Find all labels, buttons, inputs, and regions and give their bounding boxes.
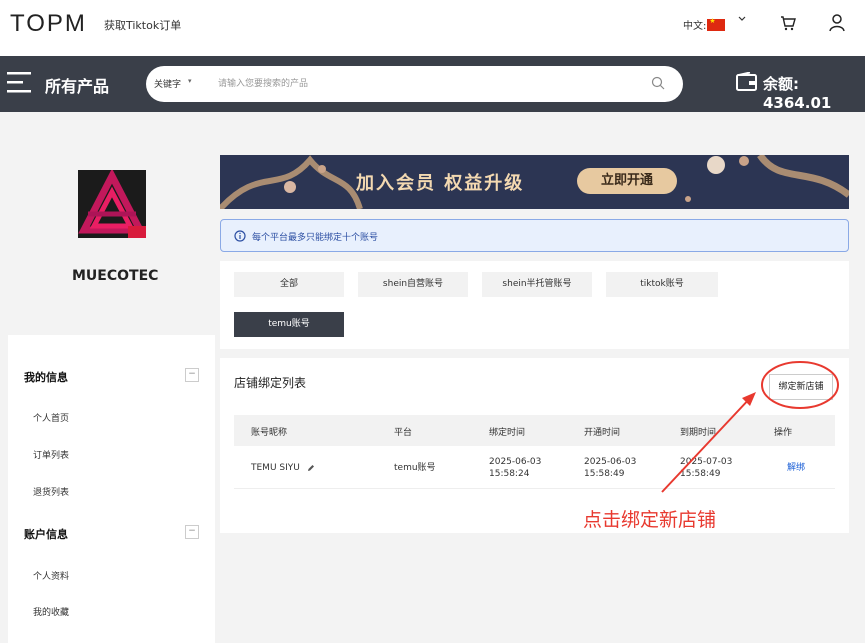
notice-text: 每个平台最多只能绑定十个账号 [252, 233, 379, 243]
cell-open-date: 2025-06-03 [584, 457, 637, 467]
sidebar-item-orders[interactable]: 订单列表 [33, 448, 69, 461]
chevron-down-icon[interactable] [737, 14, 747, 24]
membership-banner[interactable]: 加入会员 权益升级 立即开通 [220, 155, 849, 209]
info-notice: 每个平台最多只能绑定十个账号 [220, 219, 849, 252]
search-bar: 关键字 ▾ [146, 66, 683, 102]
collapse-icon[interactable]: − [185, 368, 199, 382]
language-selector[interactable]: 中文: [683, 17, 726, 32]
filter-temu[interactable]: temu账号 [234, 312, 344, 337]
balance-amount: 余额: 4364.01 [763, 75, 832, 112]
column-header-open-time: 开通时间 [584, 428, 621, 438]
search-icon[interactable] [651, 76, 665, 90]
info-icon [234, 230, 246, 242]
table-row: TEMU SIYU temu账号 2025-06-03 15:58:24 202… [234, 448, 835, 489]
column-header-expire-time: 到期时间 [680, 428, 717, 438]
banner-decoration [220, 155, 849, 209]
china-flag-icon [707, 17, 726, 31]
filter-all[interactable]: 全部 [234, 272, 344, 297]
wallet-icon [736, 72, 757, 91]
table-header: 账号昵称 平台 绑定时间 开通时间 到期时间 操作 [234, 415, 835, 446]
search-input[interactable] [218, 75, 638, 93]
nav-bar: 所有产品 关键字 ▾ 余额: 4364.01 [0, 56, 865, 112]
sidebar-item-favorites[interactable]: 我的收藏 [33, 605, 69, 618]
store-binding-list: 店铺绑定列表 绑定新店铺 账号昵称 平台 绑定时间 开通时间 到期时间 操作 T… [220, 358, 849, 533]
unbind-link[interactable]: 解绑 [787, 462, 805, 474]
collapse-icon[interactable]: − [185, 525, 199, 539]
language-label: 中文: [683, 21, 707, 32]
cart-icon[interactable] [780, 15, 796, 31]
cell-bind-date: 2025-06-03 [489, 457, 542, 467]
sidebar: 我的信息 − 个人首页 订单列表 退货列表 账户信息 − 个人资料 我的收藏 [8, 335, 215, 643]
column-header-nickname: 账号昵称 [251, 428, 288, 438]
filter-shein-self[interactable]: shein自营账号 [358, 272, 468, 297]
filter-shein-semi[interactable]: shein半托管账号 [482, 272, 592, 297]
edit-icon[interactable] [307, 464, 315, 472]
banner-title: 加入会员 权益升级 [356, 173, 525, 194]
cell-expire-time: 15:58:49 [680, 469, 721, 479]
store-name: MUECOTEC [72, 268, 159, 284]
cell-expire-date: 2025-07-03 [680, 457, 733, 467]
sidebar-section-account-info[interactable]: 账户信息 [24, 526, 68, 542]
join-now-button[interactable]: 立即开通 [577, 168, 677, 194]
filter-tiktok[interactable]: tiktok账号 [606, 272, 718, 297]
menu-icon[interactable] [7, 70, 33, 96]
column-header-bind-time: 绑定时间 [489, 428, 526, 438]
cell-open-time: 15:58:49 [584, 469, 625, 479]
cell-platform: temu账号 [394, 463, 436, 473]
sidebar-section-my-info[interactable]: 我的信息 [24, 369, 68, 385]
cell-bind-time: 15:58:24 [489, 469, 530, 479]
site-logo[interactable]: TOPM [10, 10, 87, 38]
search-type-select[interactable]: 关键字 [154, 77, 181, 90]
sidebar-item-home[interactable]: 个人首页 [33, 411, 69, 424]
column-header-action: 操作 [774, 428, 793, 438]
top-header: TOPM 获取Tiktok订单 中文: [0, 0, 865, 56]
annotation-text: 点击绑定新店铺 [583, 509, 717, 531]
get-tiktok-orders-link[interactable]: 获取Tiktok订单 [104, 17, 181, 33]
cell-nickname: TEMU SIYU [251, 463, 300, 473]
user-icon[interactable] [829, 14, 845, 32]
list-title: 店铺绑定列表 [234, 376, 307, 390]
caret-down-icon[interactable]: ▾ [188, 77, 192, 85]
avatar [78, 170, 146, 238]
platform-filter-panel: 全部 shein自营账号 shein半托管账号 tiktok账号 temu账号 [220, 261, 849, 349]
column-header-platform: 平台 [394, 428, 413, 438]
all-products-title[interactable]: 所有产品 [45, 73, 109, 97]
sidebar-item-returns[interactable]: 退货列表 [33, 485, 69, 498]
bind-new-store-button[interactable]: 绑定新店铺 [769, 374, 833, 400]
sidebar-item-profile[interactable]: 个人资料 [33, 569, 69, 582]
